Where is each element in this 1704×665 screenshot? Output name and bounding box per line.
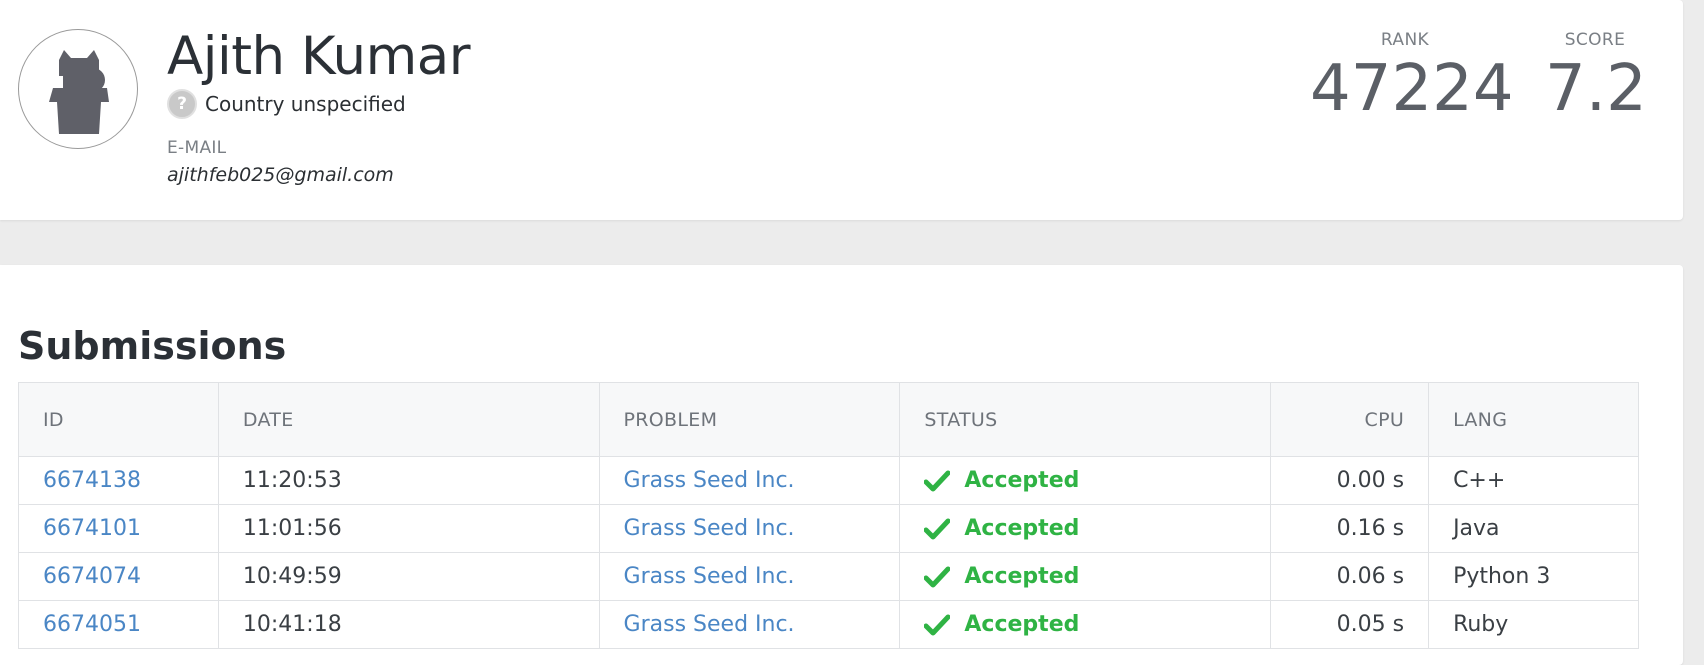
rank-value: 47224 <box>1310 52 1514 126</box>
status-text: Accepted <box>964 612 1080 637</box>
submission-lang: C++ <box>1428 456 1639 505</box>
rank-stat: RANK 47224 <box>1310 30 1514 126</box>
submission-cpu: 0.00 s <box>1270 456 1430 505</box>
table-row: 6674138 11:20:53 Grass Seed Inc. Accepte… <box>18 456 1639 505</box>
submission-date: 10:41:18 <box>217 600 600 649</box>
status-badge: Accepted <box>924 468 1270 493</box>
submissions-table: ID DATE PROBLEM STATUS CPU LANG 6674138 … <box>18 382 1639 649</box>
check-icon <box>924 470 951 491</box>
table-row: 6674051 10:41:18 Grass Seed Inc. Accepte… <box>18 600 1639 649</box>
status-badge: Accepted <box>924 564 1270 589</box>
submission-id-link[interactable]: 6674074 <box>43 564 141 589</box>
email-value: ajithfeb025@gmail.com <box>167 164 394 186</box>
profile-card: Ajith Kumar ? Country unspecified E-MAIL… <box>0 0 1683 220</box>
check-icon <box>924 518 951 539</box>
column-header-problem: PROBLEM <box>598 382 901 457</box>
table-row: 6674101 11:01:56 Grass Seed Inc. Accepte… <box>18 504 1639 553</box>
table-row: 6674074 10:49:59 Grass Seed Inc. Accepte… <box>18 552 1639 601</box>
problem-link[interactable]: Grass Seed Inc. <box>624 468 795 493</box>
column-header-id: ID <box>18 382 219 457</box>
submission-lang: Java <box>1428 504 1639 553</box>
user-name: Ajith Kumar <box>167 26 471 87</box>
cat-silhouette-avatar-icon <box>49 50 109 134</box>
score-stat: SCORE 7.2 <box>1545 30 1647 126</box>
country-label: Country unspecified <box>205 92 406 116</box>
submission-date: 11:01:56 <box>217 504 600 553</box>
score-value: 7.2 <box>1545 52 1647 126</box>
status-badge: Accepted <box>924 612 1270 637</box>
submissions-card: Submissions ID DATE PROBLEM STATUS CPU L… <box>0 265 1683 665</box>
problem-link[interactable]: Grass Seed Inc. <box>624 564 795 589</box>
country-info: ? Country unspecified <box>167 89 406 119</box>
submission-date: 10:49:59 <box>217 552 600 601</box>
submission-cpu: 0.16 s <box>1270 504 1430 553</box>
status-badge: Accepted <box>924 516 1270 541</box>
submissions-title: Submissions <box>18 324 287 368</box>
submission-cpu: 0.05 s <box>1270 600 1430 649</box>
column-header-date: DATE <box>217 382 600 457</box>
status-text: Accepted <box>964 468 1080 493</box>
column-header-status: STATUS <box>899 382 1272 457</box>
check-icon <box>924 566 951 587</box>
status-text: Accepted <box>964 516 1080 541</box>
rank-label: RANK <box>1380 30 1430 50</box>
submission-date: 11:20:53 <box>217 456 600 505</box>
problem-link[interactable]: Grass Seed Inc. <box>624 516 795 541</box>
submission-lang: Python 3 <box>1428 552 1639 601</box>
check-icon <box>924 614 951 635</box>
email-label: E-MAIL <box>167 138 227 158</box>
submission-id-link[interactable]: 6674051 <box>43 612 141 637</box>
problem-link[interactable]: Grass Seed Inc. <box>624 612 795 637</box>
table-header-row: ID DATE PROBLEM STATUS CPU LANG <box>18 382 1639 457</box>
submission-id-link[interactable]: 6674101 <box>43 516 141 541</box>
submission-lang: Ruby <box>1428 600 1639 649</box>
question-mark-icon: ? <box>167 89 197 119</box>
submission-id-link[interactable]: 6674138 <box>43 468 141 493</box>
score-label: SCORE <box>1564 30 1626 50</box>
column-header-cpu: CPU <box>1270 382 1430 457</box>
avatar[interactable] <box>18 29 138 149</box>
column-header-lang: LANG <box>1428 382 1639 457</box>
status-text: Accepted <box>964 564 1080 589</box>
submission-cpu: 0.06 s <box>1270 552 1430 601</box>
